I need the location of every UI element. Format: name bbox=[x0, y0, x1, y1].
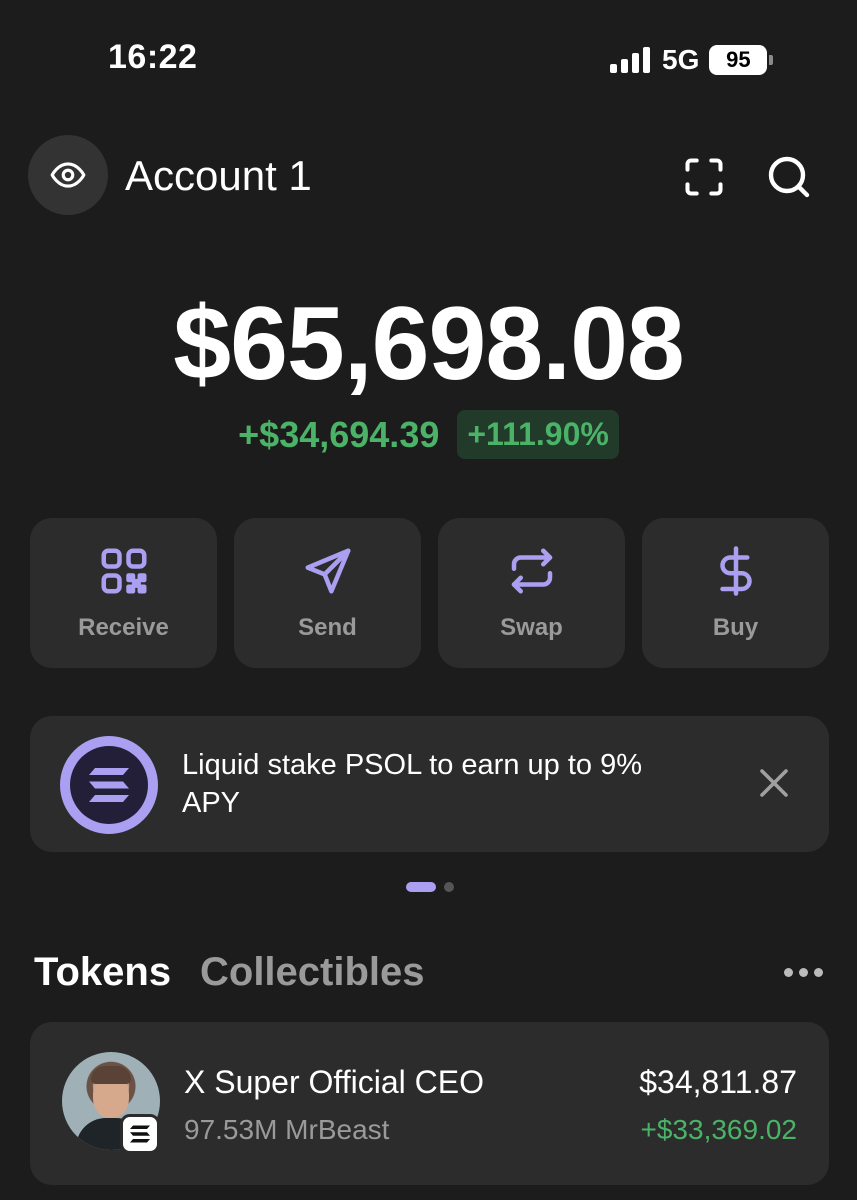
action-buttons: Receive Send Swap Buy bbox=[30, 518, 829, 668]
search-icon[interactable] bbox=[765, 153, 813, 201]
close-icon[interactable] bbox=[750, 759, 798, 807]
account-name[interactable]: Account 1 bbox=[125, 152, 312, 200]
status-indicators: 5G 95 bbox=[610, 40, 774, 80]
token-change: +$33,369.02 bbox=[640, 1114, 798, 1145]
solana-chain-badge-icon bbox=[120, 1114, 160, 1154]
carousel-dot bbox=[444, 882, 454, 892]
network-type: 5G bbox=[662, 44, 700, 75]
total-balance: $65,698.08 bbox=[173, 286, 685, 402]
promo-text: Liquid stake PSOL to earn up to 9% APY bbox=[182, 749, 642, 819]
dollar-icon bbox=[719, 546, 752, 596]
liquid-stake-promo[interactable]: Liquid stake PSOL to earn up to 9% APY bbox=[30, 716, 829, 852]
token-value: $34,811.87 bbox=[639, 1064, 797, 1100]
swap-label: Swap bbox=[500, 614, 563, 641]
tab-tokens[interactable]: Tokens bbox=[34, 950, 171, 995]
battery-icon: 95 bbox=[709, 45, 774, 75]
receive-button[interactable]: Receive bbox=[30, 518, 217, 668]
buy-button[interactable]: Buy bbox=[642, 518, 829, 668]
wallet-home-screen: 16:22 5G 95 Account 1 $65,698.08 +$34,69… bbox=[0, 0, 857, 1200]
status-time: 16:22 bbox=[108, 38, 198, 76]
change-percent-badge: +111.90% bbox=[457, 410, 619, 459]
carousel-indicator bbox=[406, 882, 454, 892]
token-name: X Super Official CEO bbox=[184, 1064, 484, 1100]
more-options-icon[interactable] bbox=[784, 962, 828, 982]
hide-balance-button[interactable] bbox=[28, 135, 108, 215]
balance-change: +$34,694.39 +111.90% bbox=[0, 410, 857, 459]
token-row[interactable]: X Super Official CEO 97.53M MrBeast $34,… bbox=[30, 1022, 829, 1185]
buy-label: Buy bbox=[712, 614, 759, 641]
solana-logo-icon bbox=[60, 736, 158, 834]
receive-label: Receive bbox=[78, 614, 169, 641]
solana-bars-icon bbox=[89, 768, 129, 802]
qr-code-icon bbox=[101, 548, 146, 594]
battery-level: 95 bbox=[726, 47, 751, 72]
swap-button[interactable]: Swap bbox=[438, 518, 625, 668]
carousel-dot-active bbox=[406, 882, 436, 892]
send-button[interactable]: Send bbox=[234, 518, 421, 668]
token-amount: 97.53M MrBeast bbox=[184, 1114, 390, 1145]
send-label: Send bbox=[298, 614, 357, 641]
change-amount: +$34,694.39 bbox=[238, 413, 440, 455]
solana-bars-small-icon bbox=[130, 1125, 150, 1143]
tab-collectibles[interactable]: Collectibles bbox=[200, 950, 425, 995]
swap-arrows-icon bbox=[511, 548, 552, 594]
solana-logo-inner bbox=[70, 746, 148, 824]
scan-icon[interactable] bbox=[682, 155, 726, 199]
paper-plane-icon bbox=[305, 548, 350, 594]
signal-icon bbox=[610, 47, 650, 73]
eye-icon bbox=[50, 162, 86, 188]
